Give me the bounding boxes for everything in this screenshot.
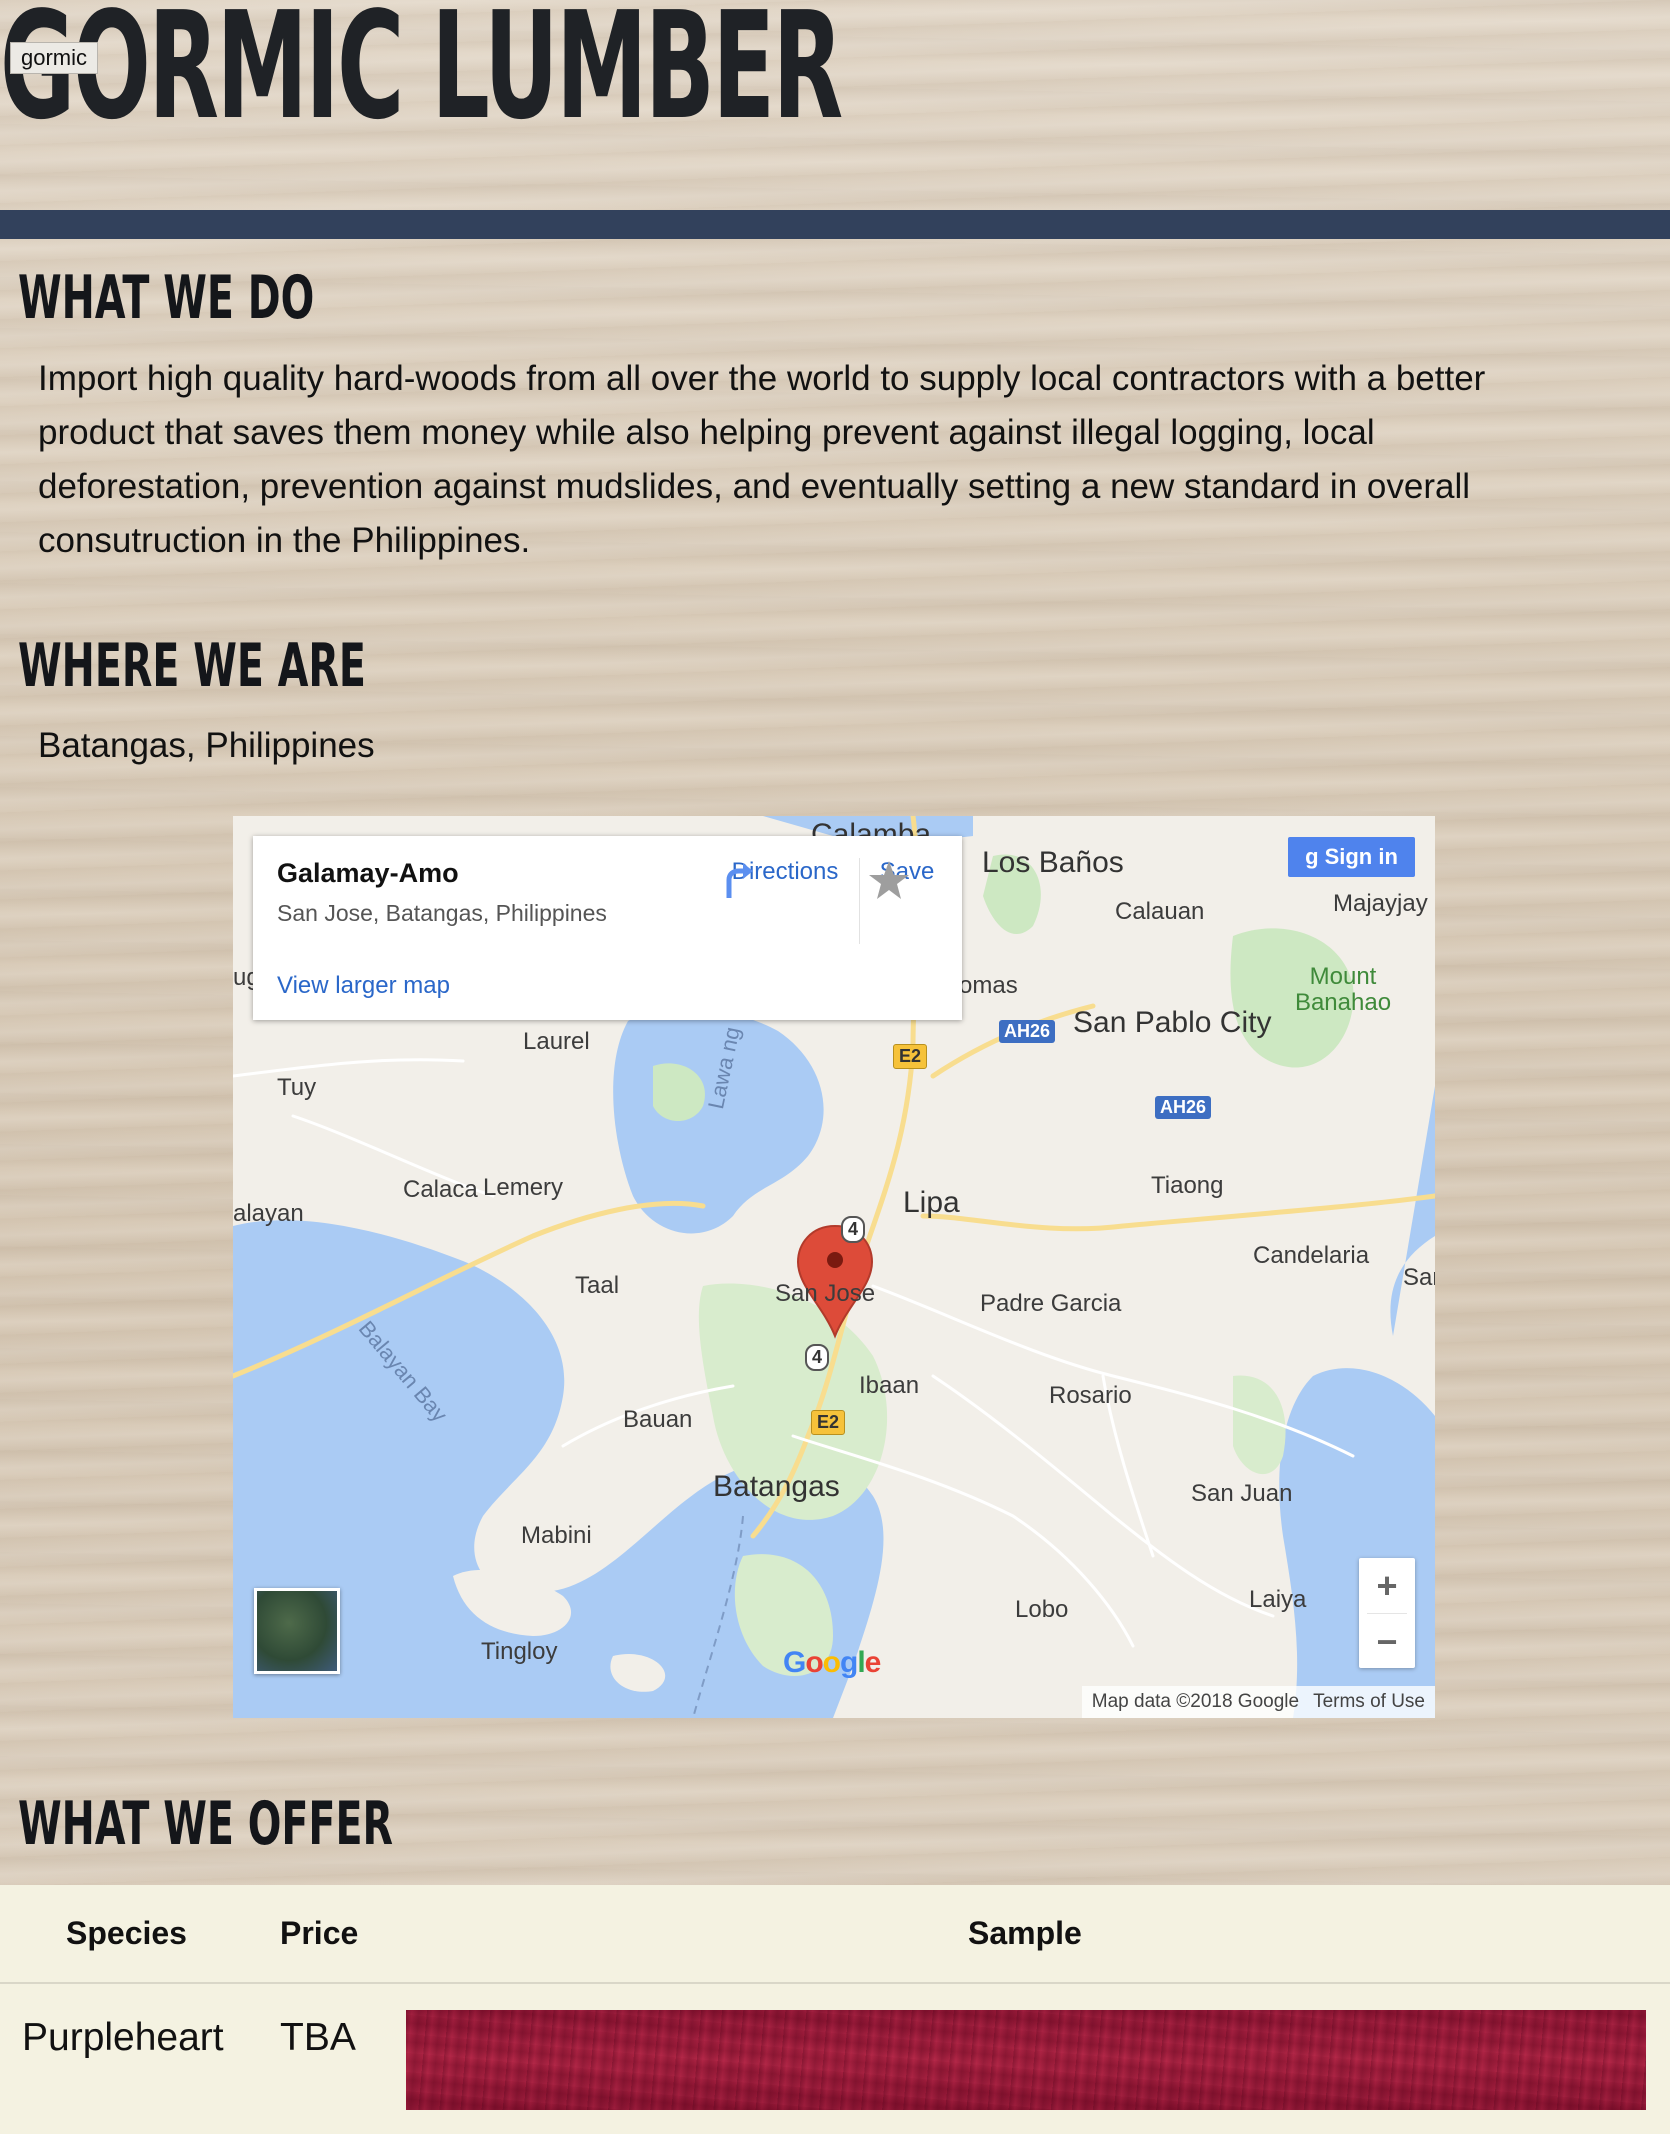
map-label: Laurel	[523, 1028, 590, 1055]
map-label: Calauan	[1115, 898, 1205, 925]
google-plus-icon: g	[1305, 844, 1319, 869]
map-label: Lobo	[1015, 1596, 1069, 1623]
map-label: San Jose	[775, 1280, 876, 1307]
map-label: San Juan	[1191, 1480, 1293, 1507]
highway-shield: E2	[811, 1410, 846, 1435]
purpleheart-sample-image	[406, 2010, 1646, 2110]
google-logo: Google	[783, 1646, 881, 1679]
map-label: San Pablo City	[1073, 1006, 1272, 1039]
map-label: omas	[959, 972, 1018, 999]
terms-of-use-link[interactable]: Terms of Use	[1313, 1691, 1425, 1713]
highway-shield: AH26	[1155, 1096, 1212, 1119]
map-label: Laiya	[1249, 1586, 1307, 1613]
map-label: Tiaong	[1151, 1172, 1224, 1199]
what-we-do-heading: WHAT WE DO	[18, 263, 315, 333]
zoom-out-button[interactable]: −	[1359, 1614, 1415, 1669]
map-label: Lipa	[903, 1186, 960, 1219]
map-label: Lemery	[483, 1174, 564, 1201]
map-label: alayan	[233, 1200, 304, 1227]
map-label: Taal	[575, 1272, 620, 1299]
column-header-sample: Sample	[968, 1915, 1082, 1951]
location-text: Batangas, Philippines	[38, 726, 375, 765]
directions-icon	[726, 863, 753, 898]
map-label: Tuy	[277, 1074, 317, 1101]
what-we-offer-heading: WHAT WE OFFER	[18, 1789, 394, 1859]
column-header-price: Price	[280, 1915, 359, 1951]
map-label: Bauan	[623, 1406, 693, 1433]
place-info-card: Galamay-Amo San Jose, Batangas, Philippi…	[253, 836, 962, 1020]
card-divider	[859, 858, 860, 944]
map-label: Candelaria	[1253, 1242, 1370, 1269]
map-label: Calaca	[403, 1176, 478, 1203]
map-attribution: Map data ©2018 Google Terms of Use	[1081, 1686, 1435, 1718]
highway-shield: 4	[841, 1216, 866, 1243]
zoom-controls: + −	[1359, 1558, 1415, 1668]
map-label: Batangas	[713, 1470, 840, 1503]
map-label: Rosario	[1049, 1382, 1132, 1409]
what-we-do-text: Import high quality hard-woods from all …	[38, 359, 1486, 560]
place-address: San Jose, Batangas, Philippines	[277, 900, 607, 926]
map-label: Tingloy	[481, 1638, 558, 1665]
embedded-map[interactable]: Calamba Los Baños Calauan Majayjay Mount…	[233, 816, 1435, 1718]
sign-in-label: Sign in	[1324, 844, 1398, 869]
map-label: Sar	[1403, 1264, 1435, 1291]
satellite-toggle[interactable]	[254, 1588, 340, 1674]
highway-shield: 4	[805, 1344, 830, 1371]
species-cell: Purpleheart	[22, 2016, 224, 2059]
column-header-species: Species	[66, 1915, 187, 1951]
map-label: Mount Banahao	[1294, 963, 1392, 1016]
header-bar	[0, 210, 1670, 239]
view-larger-map-link[interactable]: View larger map	[277, 972, 450, 1000]
map-label: Ibaan	[859, 1372, 920, 1399]
price-cell: TBA	[280, 2016, 356, 2059]
map-label: Mabini	[521, 1522, 592, 1549]
site-title: GORMIC LUMBER	[0, 0, 843, 152]
highway-shield: E2	[893, 1044, 928, 1069]
map-label: Padre Garcia	[980, 1290, 1122, 1317]
save-button[interactable]: Save	[867, 858, 947, 899]
table-header-row	[0, 1885, 1670, 1984]
map-label: Los Baños	[982, 846, 1124, 879]
zoom-in-button[interactable]: +	[1359, 1558, 1415, 1613]
site-tag: gormic	[10, 42, 99, 74]
directions-button[interactable]: Directions	[715, 858, 855, 898]
map-data-text: Map data ©2018 Google	[1091, 1691, 1300, 1712]
where-we-are-heading: WHERE WE ARE	[18, 631, 366, 701]
sign-in-button[interactable]: g Sign in	[1288, 837, 1415, 877]
map-label: Majayjay	[1333, 890, 1428, 917]
place-name: Galamay-Amo	[277, 858, 459, 888]
highway-shield: AH26	[999, 1020, 1056, 1043]
star-icon	[869, 861, 909, 899]
